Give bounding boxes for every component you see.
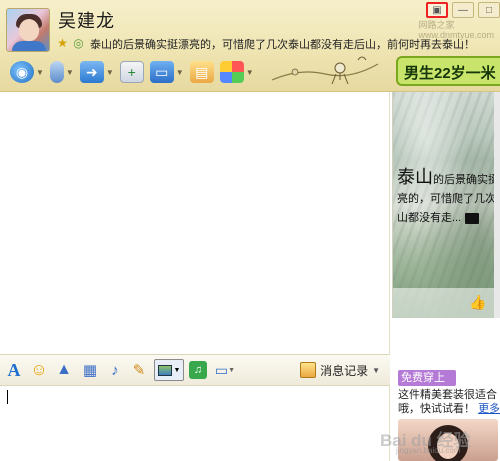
share-image-button[interactable]: ▤ (188, 59, 216, 85)
contact-avatar[interactable] (6, 8, 50, 52)
window-restore-icon: ▣ (432, 4, 442, 16)
thumbs-up-icon[interactable]: 👍 (469, 294, 486, 311)
screenshot-icon[interactable]: ▭ ▼ (212, 359, 238, 381)
note-add-icon: + (119, 61, 144, 83)
window-restore-button[interactable]: ▣ (426, 2, 448, 18)
folder-icon: ➜ (79, 61, 104, 83)
monitor-icon: ▭ (149, 61, 174, 83)
video-call-button[interactable]: ◉ ▼ (8, 59, 46, 85)
chevron-down-icon[interactable]: ▼ (176, 68, 184, 77)
window-controls: ▣ — □ (426, 2, 500, 18)
message-history-area[interactable] (0, 92, 390, 354)
site-watermark: 网路之家 www.dnmtyue.com (418, 20, 494, 40)
chevron-down-icon[interactable]: ▼ (174, 367, 181, 374)
emoticon-icon[interactable]: ☺ (29, 359, 49, 381)
image-icon (157, 364, 172, 376)
chat-window: 吴建龙 ★ ◎ 泰山的后景确实挺漂亮的，可惜爬了几次泰山都没有走后山，前何时再去… (0, 0, 500, 461)
side-ad-caption: 泰山的后景确实挺 亮的，可惜爬了几次 山都没有走... (397, 167, 499, 225)
camera-icon: ◉ (10, 61, 34, 83)
text-cursor (7, 390, 8, 404)
contact-status-icons: ★ ◎ (55, 35, 86, 50)
maximize-button[interactable]: □ (478, 2, 500, 18)
qzone-icon[interactable]: ◎ (71, 35, 86, 50)
baidu-watermark-url: jingyan.baidu.com (396, 446, 461, 455)
font-icon[interactable]: A (4, 359, 24, 381)
like-bar: 👍 (393, 288, 500, 318)
voice-call-button[interactable]: ▼ (48, 59, 76, 85)
microphone-icon (49, 61, 64, 83)
contact-name[interactable]: 吴建龙 (58, 7, 115, 33)
message-history-label: 消息记录 (320, 363, 369, 378)
free-outfit-badge[interactable]: 免费穿上 (398, 370, 456, 386)
send-file-button[interactable]: ➜ ▼ (78, 59, 116, 85)
remote-desktop-button[interactable]: ▭ ▼ (148, 59, 186, 85)
send-image-button[interactable]: ▼ (154, 359, 184, 381)
voice-message-icon[interactable]: ♪ (106, 359, 124, 381)
promo-text: 这件精美套装很适合 哦，快试试看！ 更多 (398, 389, 500, 415)
history-icon (300, 362, 317, 378)
message-input[interactable] (0, 386, 390, 461)
top-promo-banner[interactable]: 男生22岁一米 (396, 56, 500, 86)
input-toolbar: A ☺ ▲ ▦ ♪ ✎ ▼ ♫ ▭ ▼ 消息记录 ▼ (0, 354, 390, 386)
vip-crown-icon[interactable]: ★ (55, 35, 70, 50)
picture-icon (465, 212, 480, 224)
video-clip-icon[interactable]: ▦ (79, 359, 101, 381)
create-discussion-button[interactable]: + (118, 59, 146, 85)
chat-header: 吴建龙 ★ ◎ 泰山的后景确实挺漂亮的，可惜爬了几次泰山都没有走后山，前何时再去… (0, 0, 500, 92)
chevron-down-icon[interactable]: ▼ (66, 68, 74, 77)
more-link[interactable]: 更多 (478, 403, 500, 415)
chevron-down-icon[interactable]: ▼ (372, 366, 380, 375)
side-photo-ad[interactable]: 泰山的后景确实挺 亮的，可惜爬了几次 山都没有走... 👍 (392, 92, 500, 318)
chevron-down-icon[interactable]: ▼ (36, 68, 44, 77)
apps-grid-icon (219, 61, 244, 83)
header-decoration-illustration (271, 56, 379, 85)
picture-icon: ▤ (189, 61, 214, 83)
minimize-button[interactable]: — (452, 2, 474, 18)
app-box-button[interactable]: ▼ (218, 59, 256, 85)
music-icon[interactable]: ♫ (189, 361, 207, 379)
message-history-button[interactable]: 消息记录 ▼ (300, 362, 380, 379)
chevron-down-icon[interactable]: ▼ (106, 68, 114, 77)
window-shake-icon[interactable]: ▲ (54, 359, 74, 381)
side-panel-scrollbar[interactable] (494, 92, 500, 318)
doodle-pen-icon[interactable]: ✎ (129, 359, 149, 381)
chevron-down-icon[interactable]: ▼ (246, 68, 254, 77)
